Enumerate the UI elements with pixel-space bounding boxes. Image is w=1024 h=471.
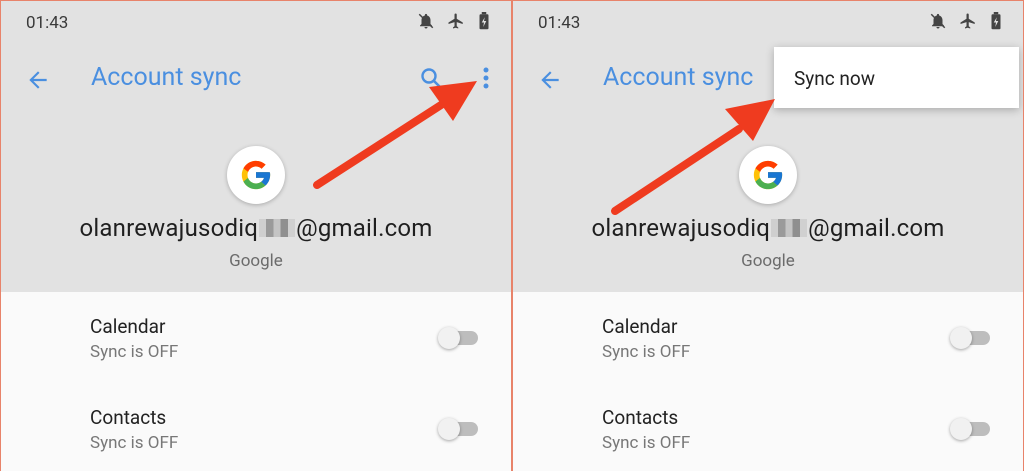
account-provider: Google bbox=[741, 251, 795, 271]
sync-item-title: Contacts bbox=[602, 406, 679, 429]
redacted-block bbox=[259, 218, 296, 237]
account-header: 01:43 Account sync olanrewajusodiq @gmai… bbox=[513, 1, 1023, 292]
status-icons bbox=[929, 12, 1007, 30]
redacted-block bbox=[771, 218, 808, 237]
sync-row-contacts[interactable]: Contacts Sync is OFF bbox=[1, 406, 511, 471]
search-icon[interactable] bbox=[419, 66, 443, 90]
sync-row-calendar[interactable]: Calendar Sync is OFF bbox=[1, 315, 511, 395]
sync-item-status: Sync is OFF bbox=[602, 433, 691, 453]
email-suffix: @gmail.com bbox=[296, 214, 433, 242]
back-arrow-icon[interactable] bbox=[25, 67, 51, 93]
airplane-mode-icon bbox=[447, 12, 465, 30]
back-arrow-icon[interactable] bbox=[537, 67, 563, 93]
notifications-off-icon bbox=[417, 12, 435, 30]
menu-item-sync-now[interactable]: Sync now bbox=[794, 67, 875, 90]
sync-item-status: Sync is OFF bbox=[90, 342, 179, 362]
sync-item-status: Sync is OFF bbox=[90, 433, 179, 453]
email-suffix: @gmail.com bbox=[808, 214, 945, 242]
battery-charging-icon bbox=[989, 12, 1007, 30]
account-email: olanrewajusodiq @gmail.com bbox=[513, 214, 1023, 242]
status-icons bbox=[417, 12, 495, 30]
screenshot-panel-right: 01:43 Account sync olanrewajusodiq @gmai… bbox=[513, 1, 1023, 471]
sync-item-title: Calendar bbox=[90, 315, 166, 338]
notifications-off-icon bbox=[929, 12, 947, 30]
sync-row-calendar[interactable]: Calendar Sync is OFF bbox=[513, 315, 1023, 395]
overflow-menu: Sync now bbox=[774, 47, 1019, 108]
calendar-sync-toggle[interactable] bbox=[950, 327, 992, 349]
contacts-sync-toggle[interactable] bbox=[438, 418, 480, 440]
calendar-sync-toggle[interactable] bbox=[438, 327, 480, 349]
page-title: Account sync bbox=[91, 63, 242, 92]
account-email: olanrewajusodiq @gmail.com bbox=[1, 214, 511, 242]
sync-row-contacts[interactable]: Contacts Sync is OFF bbox=[513, 406, 1023, 471]
sync-item-status: Sync is OFF bbox=[602, 342, 691, 362]
google-logo-icon bbox=[739, 146, 797, 204]
account-header: 01:43 Account sync olanrewajusodiq @gmai… bbox=[1, 1, 511, 292]
sync-item-title: Contacts bbox=[90, 406, 167, 429]
screenshot-panel-left: 01:43 Account sync olanrewajusodiq @gmai… bbox=[1, 1, 511, 471]
more-vert-icon[interactable] bbox=[481, 65, 491, 91]
email-prefix: olanrewajusodiq bbox=[79, 214, 259, 242]
airplane-mode-icon bbox=[959, 12, 977, 30]
status-time: 01:43 bbox=[538, 13, 581, 33]
contacts-sync-toggle[interactable] bbox=[950, 418, 992, 440]
google-logo-icon bbox=[227, 146, 285, 204]
battery-charging-icon bbox=[477, 12, 495, 30]
status-time: 01:43 bbox=[26, 13, 69, 33]
account-provider: Google bbox=[229, 251, 283, 271]
sync-item-title: Calendar bbox=[602, 315, 678, 338]
page-title: Account sync bbox=[603, 63, 754, 92]
email-prefix: olanrewajusodiq bbox=[591, 214, 771, 242]
